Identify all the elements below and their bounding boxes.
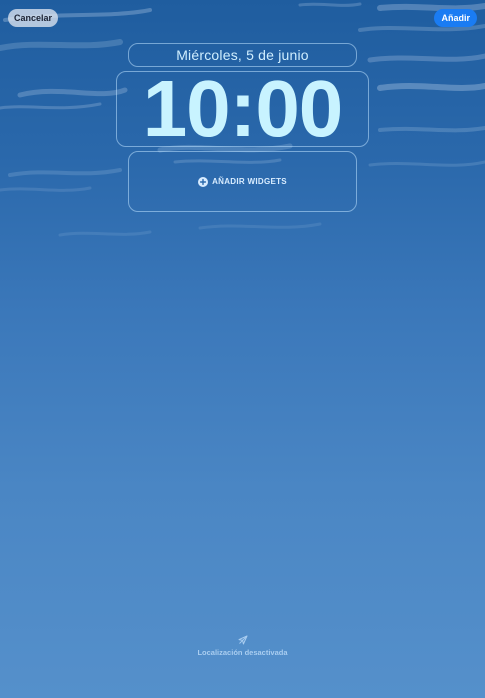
add-widgets-area[interactable]: AÑADIR WIDGETS	[128, 151, 357, 212]
add-widgets-label: AÑADIR WIDGETS	[212, 177, 287, 186]
clock-frame[interactable]: 10:00	[116, 64, 369, 153]
lock-screen-editor: Cancelar Añadir Miércoles, 5 de junio 10…	[0, 0, 485, 698]
location-status: Localización desactivada	[0, 635, 485, 657]
date-label: Miércoles, 5 de junio	[176, 47, 309, 63]
plus-circle-icon	[198, 176, 209, 187]
add-widgets-button[interactable]: AÑADIR WIDGETS	[198, 176, 287, 187]
location-arrow-icon	[238, 635, 247, 645]
add-button[interactable]: Añadir	[434, 9, 477, 27]
cancel-button[interactable]: Cancelar	[8, 9, 59, 27]
clock-time: 10:00	[142, 64, 344, 153]
location-status-label: Localización desactivada	[197, 648, 288, 657]
